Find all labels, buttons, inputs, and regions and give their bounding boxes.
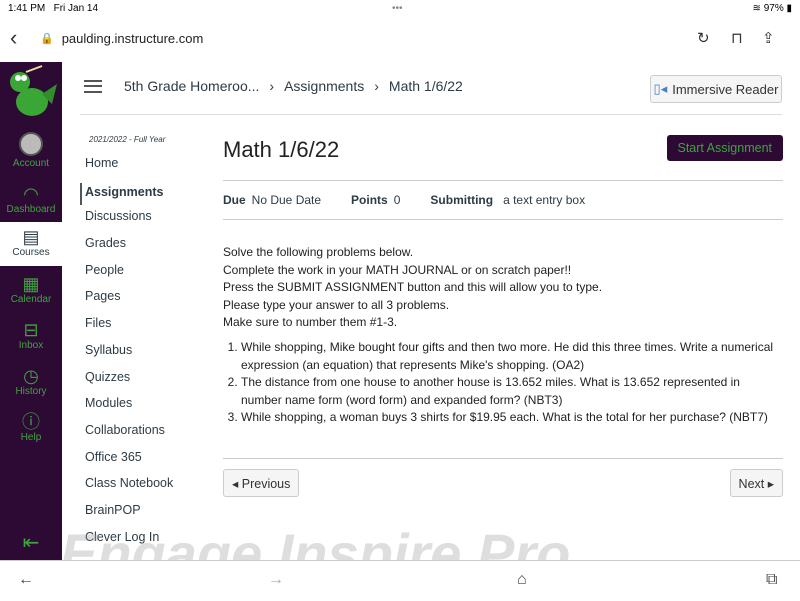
breadcrumb-current: Math 1/6/22 xyxy=(388,78,463,94)
hamburger-icon[interactable] xyxy=(84,79,102,93)
nav-help[interactable]: ⓘ Help xyxy=(0,412,62,443)
course-nav: 2021/2022 - Full Year Home Assignments D… xyxy=(80,135,173,556)
submitting-label: Submitting xyxy=(430,193,494,207)
watermark: Engage Inspire Pro xyxy=(60,524,571,560)
problem-item: The distance from one house to another h… xyxy=(241,374,783,409)
course-nav-modules[interactable]: Modules xyxy=(80,396,173,423)
nav-label: History xyxy=(15,386,47,397)
multitask-dots-icon[interactable]: ••• xyxy=(392,3,403,14)
url-field[interactable]: paulding.instructure.com xyxy=(62,31,204,46)
points-value: 0 xyxy=(393,193,401,207)
due-value: No Due Date xyxy=(251,193,322,207)
back-arrow-icon[interactable]: ← xyxy=(18,571,34,589)
status-bar: 1:41 PM Fri Jan 14 ••• ≋ 97% ▮ xyxy=(8,2,792,14)
next-button[interactable]: Next ▸ xyxy=(729,469,783,497)
back-icon[interactable]: ‹ xyxy=(10,25,40,51)
intro-line: Make sure to number them #1-3. xyxy=(223,315,398,330)
nav-history[interactable]: ◷ History xyxy=(0,366,62,397)
intro-line: Press the SUBMIT ASSIGNMENT button and t… xyxy=(223,280,603,295)
due-label: Due xyxy=(223,193,246,207)
nav-dashboard[interactable]: ◠ Dashboard xyxy=(0,184,62,215)
course-nav-home[interactable]: Home xyxy=(80,156,173,183)
reload-icon[interactable]: ↻ xyxy=(697,29,710,47)
intro-line: Please type your answer to all 3 problem… xyxy=(223,297,450,312)
course-nav-people[interactable]: People xyxy=(80,263,173,290)
share-icon[interactable]: ⇪ xyxy=(762,29,775,47)
nav-courses[interactable]: ▤ Courses xyxy=(0,222,62,266)
divider xyxy=(80,114,782,115)
nav-label: Inbox xyxy=(18,340,44,351)
problem-item: While shopping, a woman buys 3 shirts fo… xyxy=(241,409,783,427)
nav-label: Courses xyxy=(12,247,50,258)
course-nav-syllabus[interactable]: Syllabus xyxy=(80,343,173,370)
browser-bottom-bar: ← → ⌂ ⧉ xyxy=(0,560,800,601)
course-nav-office365[interactable]: Office 365 xyxy=(80,450,173,477)
date: Fri Jan 14 xyxy=(53,2,99,14)
avatar xyxy=(19,132,43,156)
page-title: Math 1/6/22 xyxy=(223,137,340,162)
course-nav-pages[interactable]: Pages xyxy=(80,289,173,316)
tabs-icon[interactable]: ⧉ xyxy=(766,571,777,589)
chevron-icon: › xyxy=(269,78,275,94)
term-label: 2021/2022 - Full Year xyxy=(89,135,166,144)
pager: ◂ Previous Next ▸ xyxy=(223,458,783,497)
book-icon: ▤ xyxy=(22,227,40,247)
question-icon: ⓘ xyxy=(22,412,40,432)
nav-label: Account xyxy=(12,158,50,169)
intro-line: Solve the following problems below. xyxy=(223,245,414,259)
course-nav-collaborations[interactable]: Collaborations xyxy=(80,423,173,450)
course-nav-quizzes[interactable]: Quizzes xyxy=(80,370,173,397)
course-nav-files[interactable]: Files xyxy=(80,316,173,343)
submitting-value: a text entry box xyxy=(503,193,586,207)
bookmark-icon[interactable]: ⊓ xyxy=(731,29,743,47)
home-icon[interactable]: ⌂ xyxy=(517,571,527,589)
course-nav-grades[interactable]: Grades xyxy=(80,236,173,263)
points-label: Points xyxy=(351,193,388,207)
clock-icon: ◷ xyxy=(23,366,39,386)
time: 1:41 PM xyxy=(8,2,46,14)
browser-toolbar: ‹ 🔒 paulding.instructure.com ↻ ⊓ ⇪ xyxy=(0,16,800,60)
nav-label: Help xyxy=(20,432,42,443)
global-nav: Account ◠ Dashboard ▤ Courses ▦ Calendar ⊟ I… xyxy=(0,62,62,560)
lock-icon: 🔒 xyxy=(40,32,54,45)
nav-calendar[interactable]: ▦ Calendar xyxy=(0,274,62,305)
breadcrumb-assignments[interactable]: Assignments xyxy=(284,78,364,94)
start-assignment-button[interactable]: Start Assignment xyxy=(666,135,783,161)
breadcrumb: 5th Grade Homeroo... › Assignments › Math … xyxy=(84,78,463,94)
chevron-icon: › xyxy=(374,78,379,94)
nav-account[interactable]: Account xyxy=(0,132,62,169)
immersive-reader-button[interactable]: ▯◂ Immersive Reader xyxy=(650,75,782,103)
intro-line: Complete the work in your MATH JOURNAL o… xyxy=(223,262,572,277)
dragon-logo[interactable] xyxy=(2,64,60,124)
assignment-description: Solve the following problems below. Comp… xyxy=(223,244,783,427)
battery: 97% xyxy=(763,2,784,14)
previous-button[interactable]: ◂ Previous xyxy=(223,469,300,497)
forward-arrow-icon[interactable]: → xyxy=(268,571,284,589)
course-nav-class-notebook[interactable]: Class Notebook xyxy=(80,476,173,503)
reader-icon: ▯◂ xyxy=(653,81,668,96)
collapse-nav-icon[interactable]: ⇤ xyxy=(0,530,62,555)
nav-inbox[interactable]: ⊟ Inbox xyxy=(0,320,62,351)
breadcrumb-course[interactable]: 5th Grade Homeroo... xyxy=(124,78,259,94)
wifi-icon: ≋ xyxy=(752,2,764,14)
immersive-reader-label: Immersive Reader xyxy=(672,81,779,97)
course-nav-assignments[interactable]: Assignments xyxy=(80,182,173,205)
problem-item: While shopping, Mike bought four gifts a… xyxy=(241,339,783,374)
course-nav-discussions[interactable]: Discussions xyxy=(80,209,173,236)
nav-label: Calendar xyxy=(10,294,52,305)
speedometer-icon: ◠ xyxy=(23,184,39,204)
inbox-icon: ⊟ xyxy=(23,320,39,340)
nav-label: Dashboard xyxy=(6,204,56,215)
problem-list: While shopping, Mike bought four gifts a… xyxy=(223,339,783,427)
assignment-details: Due No Due Date Points 0 Submitting a text … xyxy=(223,180,783,220)
calendar-icon: ▦ xyxy=(22,274,40,294)
